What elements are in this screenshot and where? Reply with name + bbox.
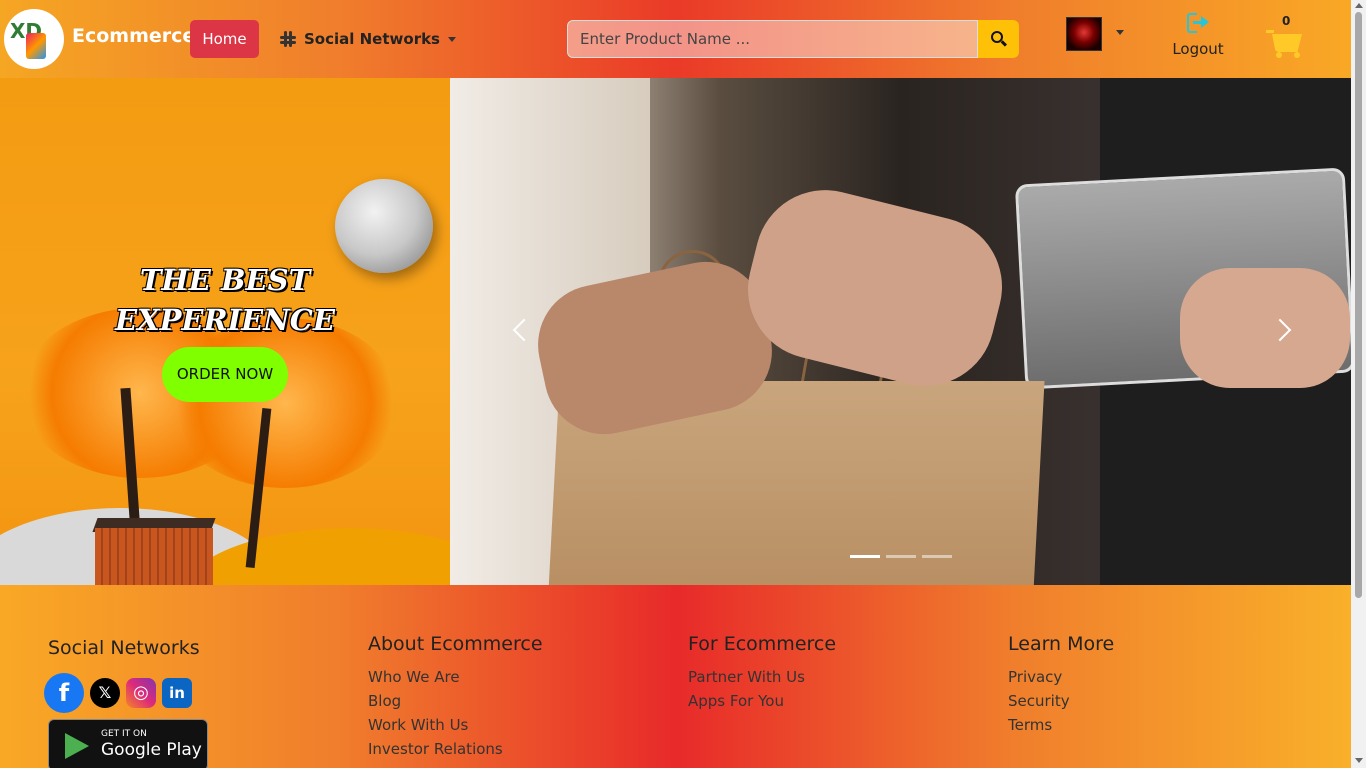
scrollbar[interactable] — [1351, 0, 1366, 768]
footer-social: Social Networks f 𝕏 ◎ in GET IT ON Googl… — [44, 637, 208, 768]
google-play-store: Google Play — [101, 740, 202, 760]
x-icon[interactable]: 𝕏 — [90, 678, 120, 708]
logout-button[interactable]: Logout — [1168, 12, 1228, 58]
carousel-image-hand — [1180, 268, 1350, 388]
google-play-badge[interactable]: GET IT ON Google Play — [48, 719, 208, 768]
chevron-down-icon — [448, 36, 456, 42]
carousel-prev-icon[interactable] — [510, 316, 530, 346]
home-button[interactable]: Home — [190, 20, 259, 58]
hero-banner: THE BEST EXPERIENCE ORDER NOW — [0, 78, 450, 585]
carousel-indicator[interactable] — [850, 555, 880, 558]
hero-title: THE BEST EXPERIENCE — [0, 260, 450, 340]
footer-link[interactable]: Work With Us — [368, 713, 543, 737]
carousel-next-icon[interactable] — [1272, 316, 1292, 346]
chevron-down-icon[interactable] — [1116, 30, 1124, 35]
search-icon-handle — [1000, 40, 1008, 47]
order-now-button[interactable]: ORDER NOW — [162, 347, 288, 402]
brand-name[interactable]: Ecommerce — [72, 25, 195, 47]
cart-icon-body — [1272, 34, 1302, 52]
footer-learn-more: Learn More Privacy Security Terms — [1008, 633, 1114, 737]
logout-icon — [1185, 12, 1211, 34]
carousel-indicator[interactable] — [886, 555, 916, 558]
cart-button[interactable]: 0 — [1266, 14, 1306, 60]
cart-count-badge: 0 — [1282, 14, 1291, 28]
search-button[interactable] — [978, 20, 1019, 58]
footer-link[interactable]: Partner With Us — [688, 665, 836, 689]
footer-link[interactable]: Terms — [1008, 713, 1114, 737]
footer-link[interactable]: Security — [1008, 689, 1114, 713]
search-input[interactable] — [567, 20, 978, 58]
footer-link[interactable]: Investor Relations — [368, 737, 543, 761]
cart-icon — [1266, 30, 1274, 33]
footer-learn-more-heading: Learn More — [1008, 633, 1115, 655]
linkedin-icon[interactable]: in — [162, 678, 192, 708]
hut-illustration — [95, 528, 213, 585]
footer-link[interactable]: Privacy — [1008, 665, 1114, 689]
logout-label: Logout — [1172, 40, 1224, 58]
avatar[interactable] — [1066, 17, 1102, 51]
footer-social-heading: Social Networks — [48, 637, 200, 659]
footer-about-heading: About Ecommerce — [368, 633, 543, 655]
footer-about: About Ecommerce Who We Are Blog Work Wit… — [368, 633, 543, 761]
social-networks-dropdown[interactable]: Social Networks — [278, 29, 456, 49]
footer-for-ecommerce-heading: For Ecommerce — [688, 633, 837, 655]
google-play-get-it-on: GET IT ON — [101, 729, 147, 739]
social-icons: f 𝕏 ◎ in — [44, 673, 192, 713]
logo[interactable]: XD — [4, 9, 64, 69]
tree-illustration — [170, 318, 400, 488]
scroll-thumb[interactable] — [1355, 12, 1362, 598]
carousel-indicator[interactable] — [922, 555, 952, 558]
cart-icon-wheel — [1276, 52, 1282, 58]
social-networks-label: Social Networks — [304, 30, 440, 48]
hero-title-line1: THE BEST — [139, 263, 311, 297]
facebook-icon[interactable]: f — [44, 673, 84, 713]
footer-link[interactable]: Who We Are — [368, 665, 543, 689]
footer-link[interactable]: Apps For You — [688, 689, 836, 713]
moon-illustration — [335, 179, 433, 273]
footer-link[interactable]: Blog — [368, 689, 543, 713]
cart-icon-wheel — [1294, 52, 1300, 58]
scroll-up-icon[interactable] — [1355, 3, 1363, 8]
hero-title-line2: EXPERIENCE — [115, 303, 335, 337]
hero-carousel — [450, 78, 1351, 585]
slack-icon — [278, 29, 298, 49]
instagram-icon[interactable]: ◎ — [126, 678, 156, 708]
carousel-indicators — [850, 555, 952, 558]
navbar: XD Ecommerce Home Social Networks Logout… — [0, 0, 1351, 78]
shopping-bag-icon — [26, 33, 46, 59]
scroll-down-icon[interactable] — [1355, 758, 1363, 763]
footer: Social Networks f 𝕏 ◎ in GET IT ON Googl… — [0, 585, 1351, 768]
footer-for-ecommerce: For Ecommerce Partner With Us Apps For Y… — [688, 633, 836, 713]
google-play-icon — [65, 733, 89, 759]
search-bar — [567, 20, 1019, 58]
carousel-image-hand — [733, 175, 1017, 401]
